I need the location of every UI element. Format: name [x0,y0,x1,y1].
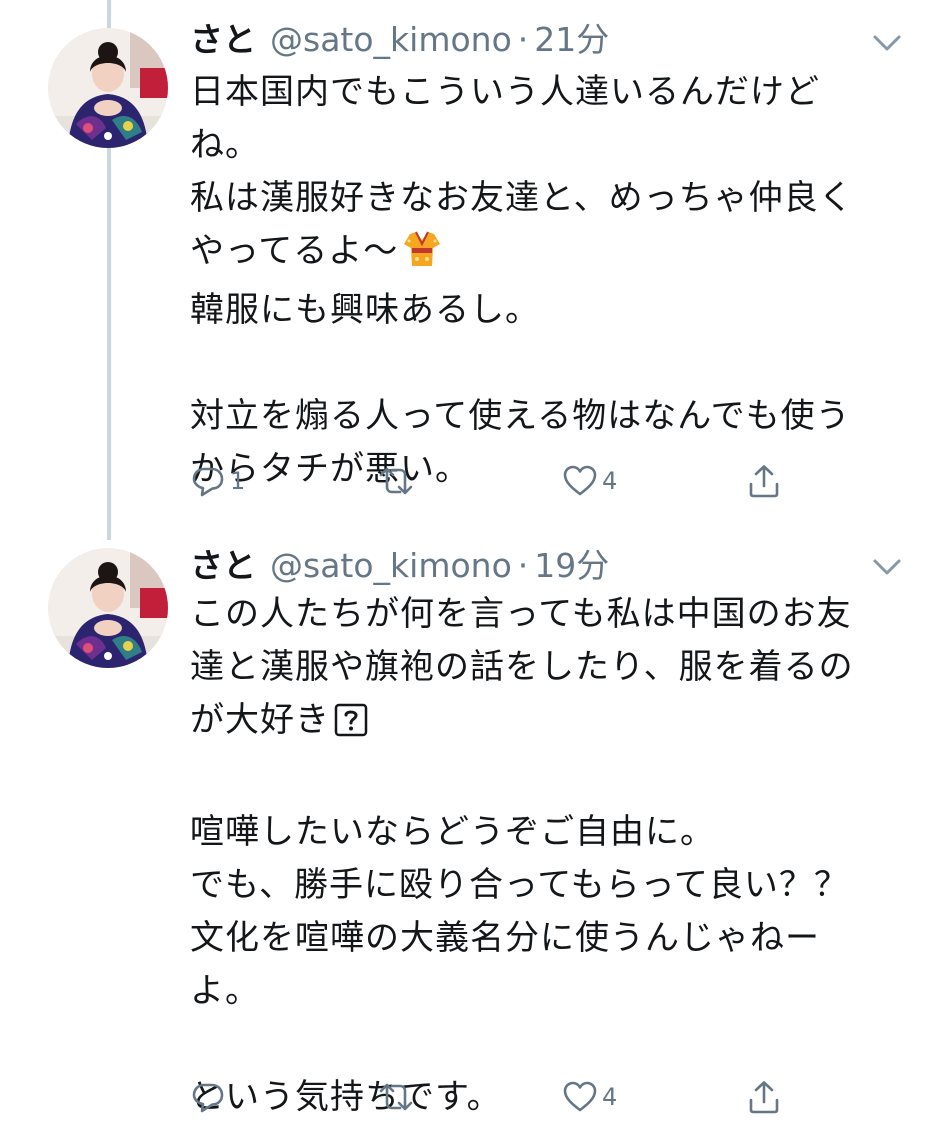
tweet-text-line [190,753,910,806]
reply-icon [192,467,224,497]
tweet[interactable]: さと @sato_kimono · 21分 日本国内でもこういう人達いるんだけど… [0,0,942,540]
tweet-text-line: 喧嘩したいならどうぞご自由に。 [190,812,715,852]
reply-icon [192,1083,224,1113]
retweet-button[interactable] [378,458,418,504]
like-button[interactable]: 4 [562,458,617,504]
share-icon [749,1081,779,1114]
reply-button[interactable] [190,1074,230,1120]
retweet-button[interactable] [378,1074,418,1120]
tweet-text-line: この人たちが何を言っても私は中国のお友 [190,594,852,634]
tweet-header: さと @sato_kimono · 19分 [190,542,609,590]
tweet-text-line: 私は漢服好きなお友達と、めっちゃ仲良く [190,178,854,218]
tweet-actions: 1 4 [190,458,810,504]
tweet-timestamp[interactable]: 21分 [534,16,609,64]
tweet-text-line [190,337,910,390]
tweet-text-line: 文化を喧嘩の大義名分に使うんじゃねー [190,918,820,958]
tweet-timestamp[interactable]: 19分 [534,542,609,590]
avatar-image [48,28,168,148]
like-count: 4 [602,467,618,495]
retweet-icon [379,467,413,495]
tweet-header: さと @sato_kimono · 21分 [190,16,609,64]
chevron-down-icon[interactable] [872,556,902,578]
tweet-text: 日本国内でもこういう人達いるんだけど ね。私は漢服好きなお友達と、めっちゃ仲良くや… [190,66,910,496]
reply-count: 1 [230,467,246,495]
tweet-text: この人たちが何を言っても私は中国のお友 達と漢服や旗袍の話をしたり、服を着るの が大… [190,588,910,1124]
share-button[interactable] [746,458,782,504]
tweet-text-line: やってるよ～ [190,231,399,271]
like-count: 4 [602,1083,618,1111]
separator-dot: · [517,546,529,585]
kimono-emoji-icon [402,228,442,284]
user-handle[interactable]: @sato_kimono [270,542,512,590]
unknown-emoji-icon [334,700,368,753]
like-icon [563,465,597,496]
share-button[interactable] [746,1074,782,1120]
tweet-text-line [190,1018,910,1071]
tweet-text-line: 韓服にも興味あるし。 [190,290,540,330]
tweet-text-line: ね。 [190,125,260,165]
retweet-icon [379,1083,413,1111]
tweet-actions: 4 [190,1074,810,1120]
share-icon [749,465,779,498]
avatar-image [48,548,168,668]
display-name[interactable]: さと [190,16,256,64]
tweet-text-line: が大好き [190,700,330,740]
chevron-down-icon[interactable] [872,32,902,54]
tweet-text-line: よ。 [190,971,260,1011]
avatar[interactable] [48,548,168,668]
reply-button[interactable]: 1 [190,458,245,504]
separator-dot: · [517,20,529,59]
tweet-text-line: でも、勝手に殴り合ってもらって良い？？ [190,865,849,905]
avatar[interactable] [48,28,168,148]
like-button[interactable]: 4 [562,1074,617,1120]
tweet[interactable]: さと @sato_kimono · 19分 この人たちが何を言っても私は中国のお… [0,540,942,1122]
tweet-text-line: 日本国内でもこういう人達いるんだけど [190,72,820,112]
tweet-text-line: 達と漢服や旗袍の話をしたり、服を着るの [190,647,854,687]
tweet-text-line: 対立を煽る人って使える物はなんでも使う [190,396,851,436]
display-name[interactable]: さと [190,542,256,590]
user-handle[interactable]: @sato_kimono [270,16,512,64]
like-icon [563,1081,597,1112]
